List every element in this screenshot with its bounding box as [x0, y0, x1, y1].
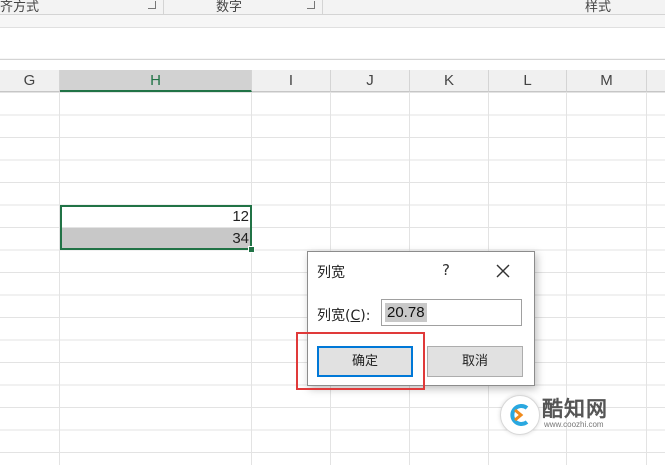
column-header-k[interactable]: K [410, 70, 489, 92]
column-header-i[interactable]: I [252, 70, 331, 92]
ribbon: 齐方式 数字 样式 [0, 0, 665, 15]
grid-line [251, 92, 252, 465]
ribbon-separator [163, 0, 164, 14]
formula-bar[interactable] [0, 27, 665, 58]
grid-line [59, 92, 60, 465]
watermark-logo-icon [500, 395, 540, 435]
watermark: 酷知网 www.coozhi.com [500, 391, 640, 439]
column-header-n[interactable] [647, 70, 665, 92]
column-header-j[interactable]: J [331, 70, 410, 92]
close-icon[interactable] [494, 262, 512, 280]
column-header-m[interactable]: M [567, 70, 647, 92]
column-width-input[interactable]: 20.78 [381, 299, 522, 326]
selection-range [60, 205, 252, 250]
column-width-label: 列宽(C): [317, 305, 370, 325]
watermark-url: www.coozhi.com [544, 420, 604, 429]
column-header-g[interactable]: G [0, 70, 60, 92]
watermark-name: 酷知网 [542, 397, 608, 421]
column-header-l[interactable]: L [489, 70, 567, 92]
number-launcher-icon[interactable] [307, 1, 315, 9]
fill-handle[interactable] [248, 246, 255, 253]
column-header-h[interactable]: H [60, 70, 252, 92]
column-width-label-prefix: 列宽( [317, 308, 351, 324]
highlight-box [296, 332, 425, 390]
dialog-title: 列宽 [317, 265, 345, 281]
ribbon-separator [322, 0, 323, 14]
ribbon-group-styles: 样式 [585, 0, 612, 15]
column-width-label-accesskey: C [350, 308, 361, 324]
cancel-button[interactable]: 取消 [427, 346, 523, 377]
column-width-label-suffix: ): [360, 308, 371, 324]
help-button[interactable]: ? [442, 261, 450, 279]
alignment-launcher-icon[interactable] [148, 1, 156, 9]
grid-line [646, 92, 647, 465]
ribbon-group-alignment: 齐方式 [0, 0, 40, 15]
ribbon-group-number: 数字 [216, 0, 243, 15]
formula-bar-area [0, 15, 665, 60]
column-width-value: 20.78 [385, 303, 427, 322]
